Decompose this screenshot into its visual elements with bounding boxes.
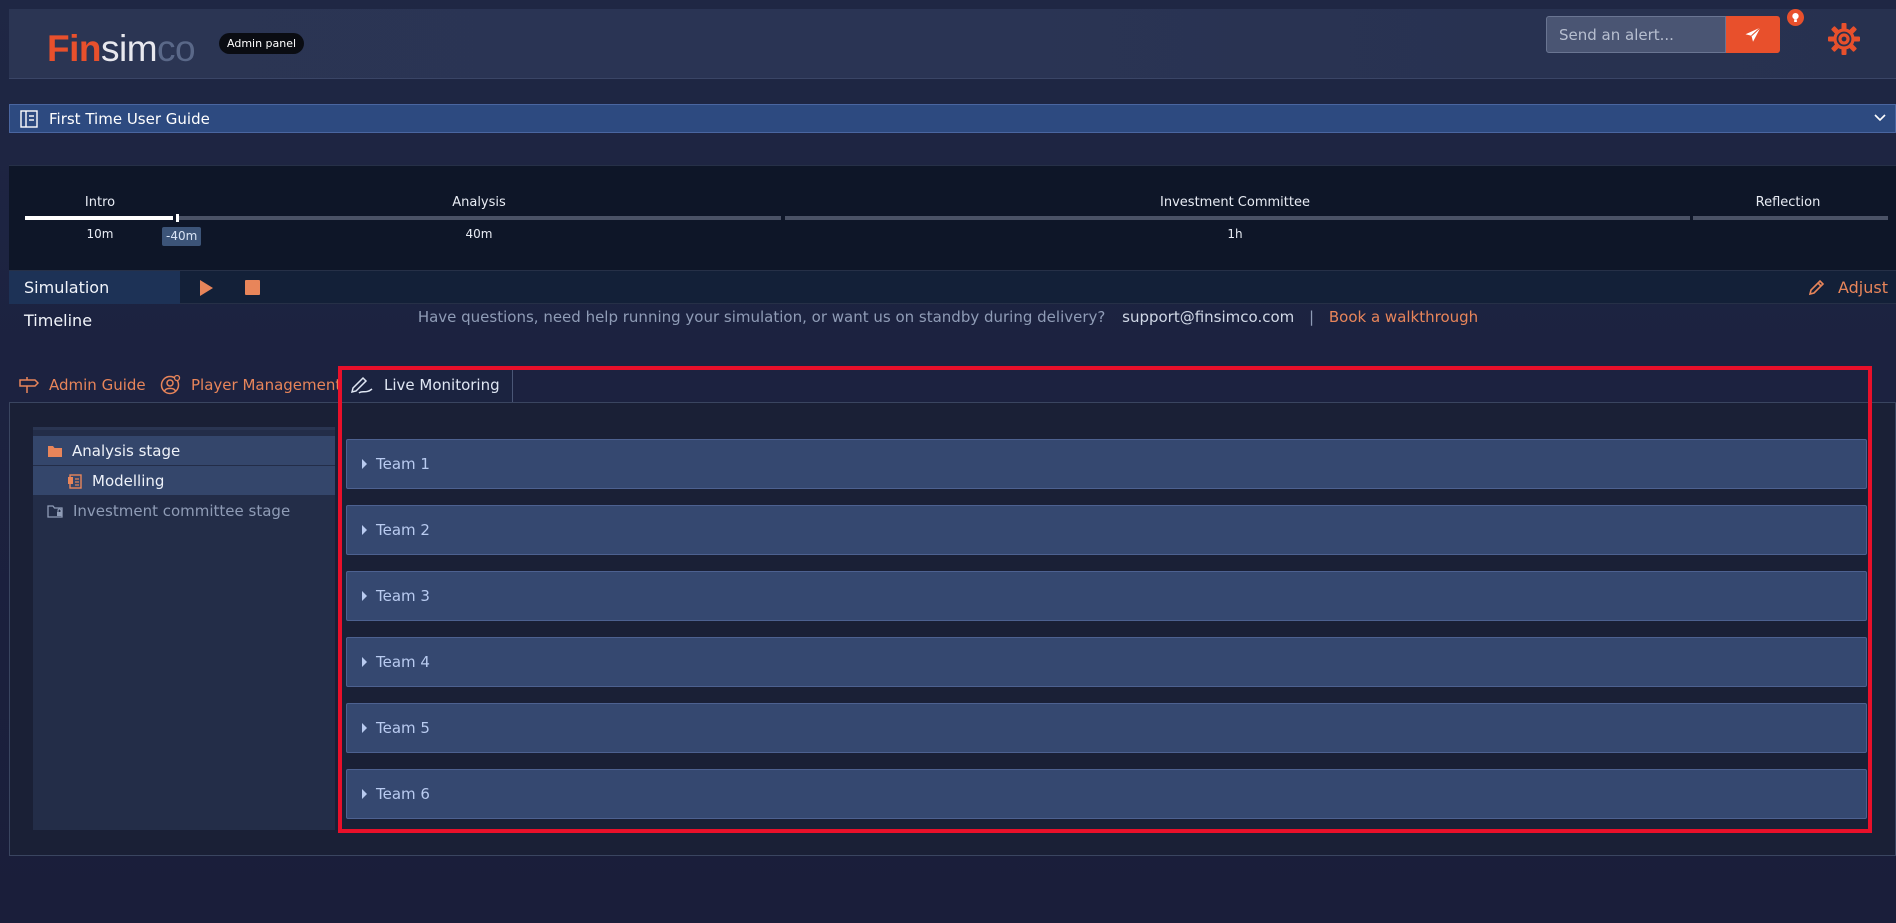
tree-item-modelling[interactable]: Modelling xyxy=(33,466,335,495)
team-label: Team 1 xyxy=(376,455,430,473)
team-row[interactable]: Team 3 xyxy=(346,571,1867,621)
admin-panel-badge: Admin panel xyxy=(219,33,305,54)
stage-tree: Analysis stage Modelling Investment comm… xyxy=(33,427,335,830)
caret-right-icon xyxy=(362,459,367,469)
caret-right-icon xyxy=(362,657,367,667)
timeline-offset-badge: -40m xyxy=(162,227,202,246)
tab-label: Admin Guide xyxy=(49,375,146,394)
phase-label-analysis: Analysis xyxy=(452,195,506,210)
tab-live-monitoring[interactable]: Live Monitoring xyxy=(339,366,513,403)
monitor-pen-icon xyxy=(350,376,373,394)
chevron-down-icon[interactable] xyxy=(1873,111,1887,125)
caret-right-icon xyxy=(362,789,367,799)
tab-label: Live Monitoring xyxy=(384,376,500,394)
tab-label: Player Management xyxy=(191,375,342,394)
adjust-button[interactable]: Adjust xyxy=(1808,278,1888,297)
timeline-track-reflection[interactable] xyxy=(1693,216,1888,220)
tree-item-investment-committee-stage[interactable]: Investment committee stage xyxy=(33,496,335,525)
document-icon xyxy=(68,473,82,489)
help-question: Have questions, need help running your s… xyxy=(417,308,1106,326)
timeline-cursor[interactable] xyxy=(176,214,179,222)
book-walkthrough-link[interactable]: Book a walkthrough xyxy=(1329,308,1478,326)
team-label: Team 6 xyxy=(376,785,430,803)
tree-item-analysis-stage[interactable]: Analysis stage xyxy=(33,436,335,465)
simulation-timeline: Intro Analysis Investment Committee Refl… xyxy=(9,165,1896,270)
help-line: Have questions, need help running your s… xyxy=(0,308,1896,326)
help-separator: | xyxy=(1309,308,1315,326)
team-row[interactable]: Team 6 xyxy=(346,769,1867,819)
team-row[interactable]: Team 1 xyxy=(346,439,1867,489)
timeline-track-investment-committee[interactable] xyxy=(785,216,1690,220)
finsimco-logo[interactable]: Fin sim co xyxy=(47,28,196,69)
timeline-progress-fill xyxy=(25,216,173,220)
simulation-timeline-title: Simulation Timeline xyxy=(9,271,180,330)
team-row[interactable]: Team 5 xyxy=(346,703,1867,753)
team-row[interactable]: Team 2 xyxy=(346,505,1867,555)
bulb-icon xyxy=(1792,13,1799,22)
tree-item-label: Modelling xyxy=(92,471,165,490)
folder-lock-icon xyxy=(47,504,63,518)
tab-player-management[interactable]: Player Management xyxy=(160,366,341,403)
guide-title: First Time User Guide xyxy=(49,109,210,128)
book-icon xyxy=(20,109,38,128)
user-gear-icon xyxy=(160,374,181,395)
send-alert-button[interactable] xyxy=(1726,16,1780,53)
adjust-label: Adjust xyxy=(1837,278,1888,297)
folder-icon xyxy=(48,445,62,457)
phase-duration-intro: 10m xyxy=(86,227,114,241)
phase-label-investment-committee: Investment Committee xyxy=(1160,195,1310,210)
signpost-icon xyxy=(19,376,39,393)
team-label: Team 4 xyxy=(376,653,430,671)
notification-button[interactable] xyxy=(1787,9,1804,26)
tree-item-label: Investment committee stage xyxy=(73,501,291,520)
send-alert-input[interactable] xyxy=(1546,16,1726,53)
phase-duration-analysis: 40m xyxy=(465,227,493,241)
support-email-link[interactable]: support@finsimco.com xyxy=(1122,308,1294,326)
tab-admin-guide[interactable]: Admin Guide xyxy=(19,366,146,403)
play-icon[interactable] xyxy=(197,279,215,297)
phase-label-reflection: Reflection xyxy=(1755,195,1821,210)
team-row[interactable]: Team 4 xyxy=(346,637,1867,687)
pencil-icon xyxy=(1808,279,1825,296)
gear-icon[interactable] xyxy=(1826,21,1862,57)
team-label: Team 2 xyxy=(376,521,430,539)
simulation-controls: Simulation Timeline Adjust xyxy=(9,270,1896,330)
caret-right-icon xyxy=(362,525,367,535)
tree-item-label: Analysis stage xyxy=(72,441,181,460)
team-label: Team 5 xyxy=(376,719,430,737)
caret-right-icon xyxy=(362,723,367,733)
stop-icon[interactable] xyxy=(245,280,260,295)
first-time-user-guide-toggle[interactable]: First Time User Guide xyxy=(9,104,1896,133)
caret-right-icon xyxy=(362,591,367,601)
team-label: Team 3 xyxy=(376,587,430,605)
phase-label-intro: Intro xyxy=(84,195,116,210)
phase-duration-investment-committee: 1h xyxy=(1227,227,1243,241)
paper-plane-icon xyxy=(1745,26,1761,42)
timeline-track-analysis[interactable] xyxy=(179,216,781,220)
